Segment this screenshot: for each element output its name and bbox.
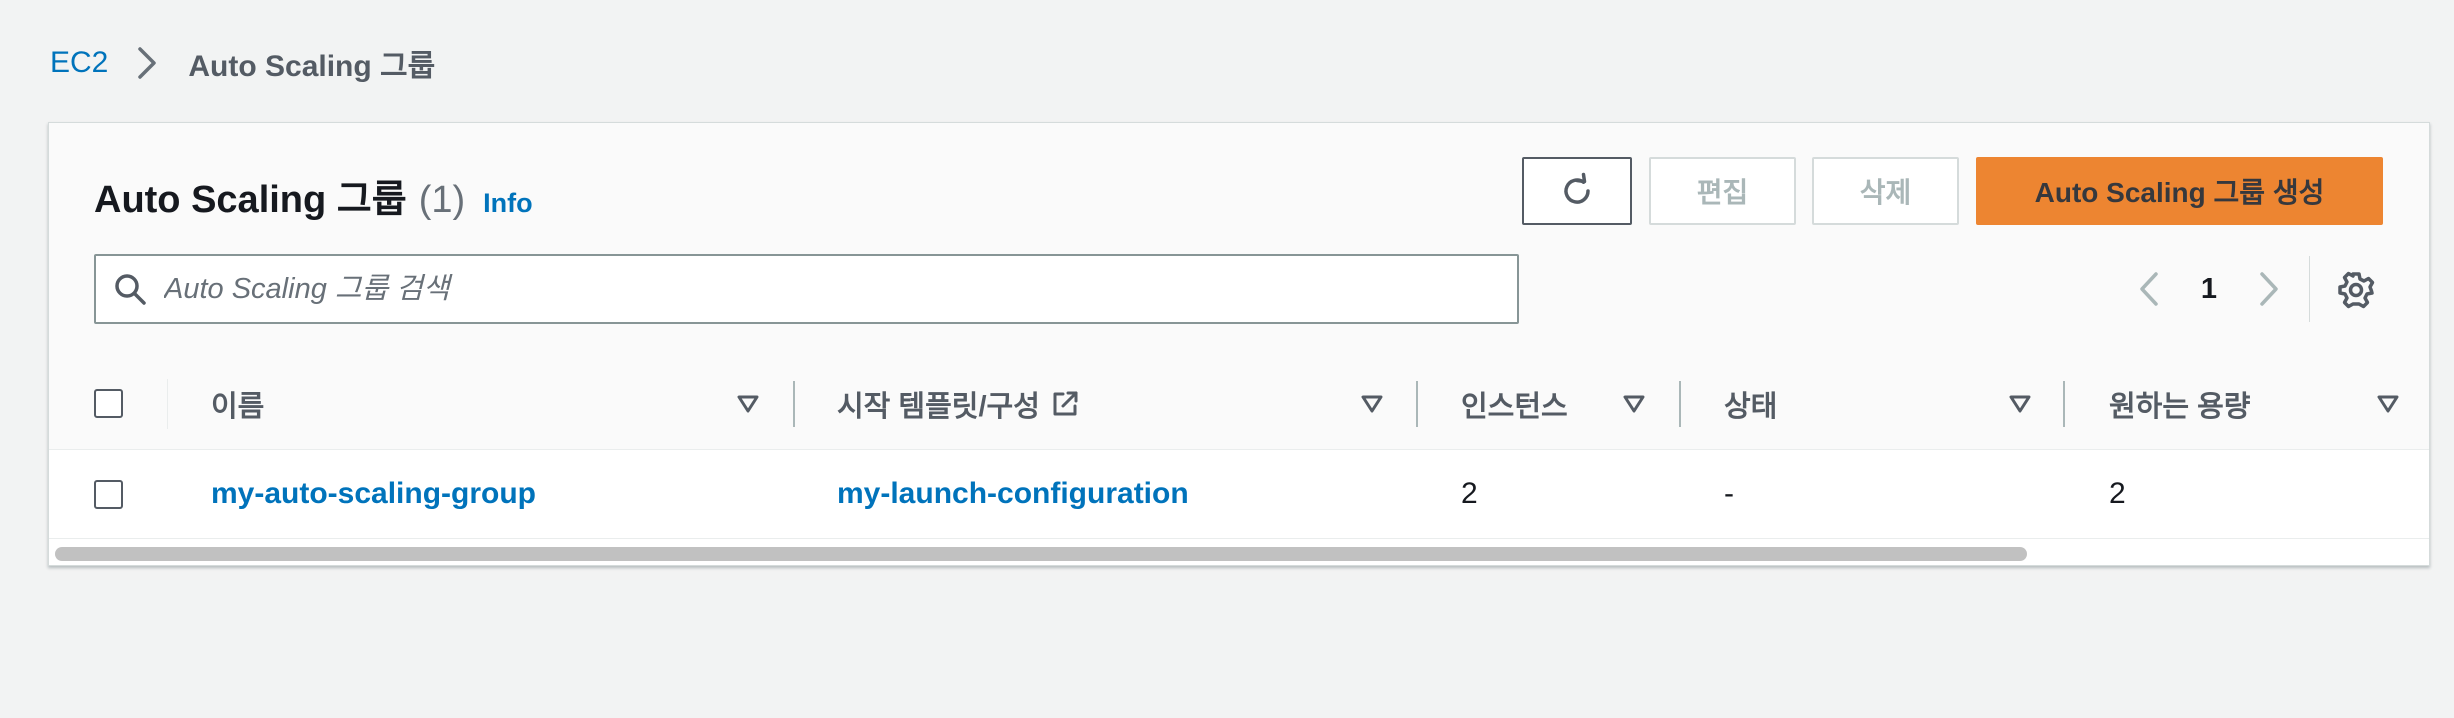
previous-page-button[interactable] [2129, 268, 2169, 310]
page-number-current[interactable]: 1 [2189, 268, 2229, 310]
chevron-left-icon [2138, 271, 2160, 307]
edit-button[interactable]: 편집 [1649, 157, 1796, 225]
pagination-divider [2309, 256, 2310, 322]
refresh-button[interactable] [1522, 157, 1632, 225]
column-header-label: 원하는 용량 [2109, 391, 2251, 423]
panel-title-text: Auto Scaling 그룹 [94, 179, 407, 221]
breadcrumb-ec2-link[interactable]: EC2 [50, 46, 108, 80]
search-icon [112, 271, 148, 307]
desired-capacity-cell: 2 [2109, 477, 2126, 510]
sort-caret-icon[interactable] [1621, 392, 1647, 416]
column-header-label: 인스턴스 [1461, 391, 1568, 423]
delete-button[interactable]: 삭제 [1812, 157, 1959, 225]
search-input[interactable] [162, 255, 1517, 323]
column-divider [167, 379, 168, 429]
select-all-checkbox[interactable] [94, 389, 123, 418]
refresh-icon [1558, 172, 1596, 210]
create-auto-scaling-group-button[interactable]: Auto Scaling 그룹 생성 [1976, 157, 2383, 225]
auto-scaling-groups-panel: Auto Scaling 그룹 (1) Info 편집 삭제 Auto Scal… [48, 122, 2430, 566]
panel-count: (1) [418, 179, 466, 221]
column-header-name[interactable]: 이름 [211, 359, 264, 449]
preferences-button[interactable] [2334, 268, 2378, 312]
chevron-right-icon [130, 46, 164, 80]
breadcrumb-current: Auto Scaling 그룹 [188, 50, 436, 83]
info-link[interactable]: Info [483, 188, 532, 219]
search-box [94, 254, 1519, 324]
sort-caret-icon[interactable] [1359, 392, 1385, 416]
column-header-launch-config[interactable]: 시작 템플릿/구성 [837, 359, 1080, 449]
column-header-label: 이름 [211, 391, 265, 423]
scrollbar-thumb[interactable] [55, 547, 2027, 561]
instances-cell: 2 [1461, 477, 1478, 510]
status-cell: - [1724, 477, 1734, 510]
gear-icon [2336, 270, 2376, 310]
horizontal-scrollbar[interactable] [49, 539, 2429, 565]
panel-header: Auto Scaling 그룹 (1) Info 편집 삭제 Auto Scal… [49, 123, 2429, 360]
column-header-label: 시작 템플릿/구성 [837, 391, 1040, 423]
column-header-instances[interactable]: 인스턴스 [1461, 359, 1568, 449]
column-header-label: 상태 [1724, 391, 1778, 423]
chevron-right-icon [2258, 271, 2280, 307]
external-link-icon [1050, 389, 1080, 419]
table-header: 이름 시작 템플릿/구성 인스턴스 상태 원하는 용량 [49, 359, 2429, 450]
row-select-checkbox[interactable] [94, 480, 123, 509]
column-header-status[interactable]: 상태 [1724, 359, 1777, 449]
column-resizer[interactable] [793, 381, 795, 427]
sort-caret-icon[interactable] [2375, 392, 2401, 416]
next-page-button[interactable] [2249, 268, 2289, 310]
group-name-link[interactable]: my-auto-scaling-group [211, 450, 536, 538]
column-resizer[interactable] [2063, 381, 2065, 427]
sort-caret-icon[interactable] [2007, 392, 2033, 416]
launch-config-link[interactable]: my-launch-configuration [837, 450, 1189, 538]
page-title: Auto Scaling 그룹 (1) Info [94, 168, 533, 223]
column-header-desired-capacity[interactable]: 원하는 용량 [2109, 359, 2250, 449]
column-resizer[interactable] [1416, 381, 1418, 427]
sort-caret-icon[interactable] [735, 392, 761, 416]
column-resizer[interactable] [1679, 381, 1681, 427]
breadcrumb: EC2 Auto Scaling 그룹 [50, 40, 435, 86]
table-row[interactable]: my-auto-scaling-group my-launch-configur… [49, 450, 2429, 539]
